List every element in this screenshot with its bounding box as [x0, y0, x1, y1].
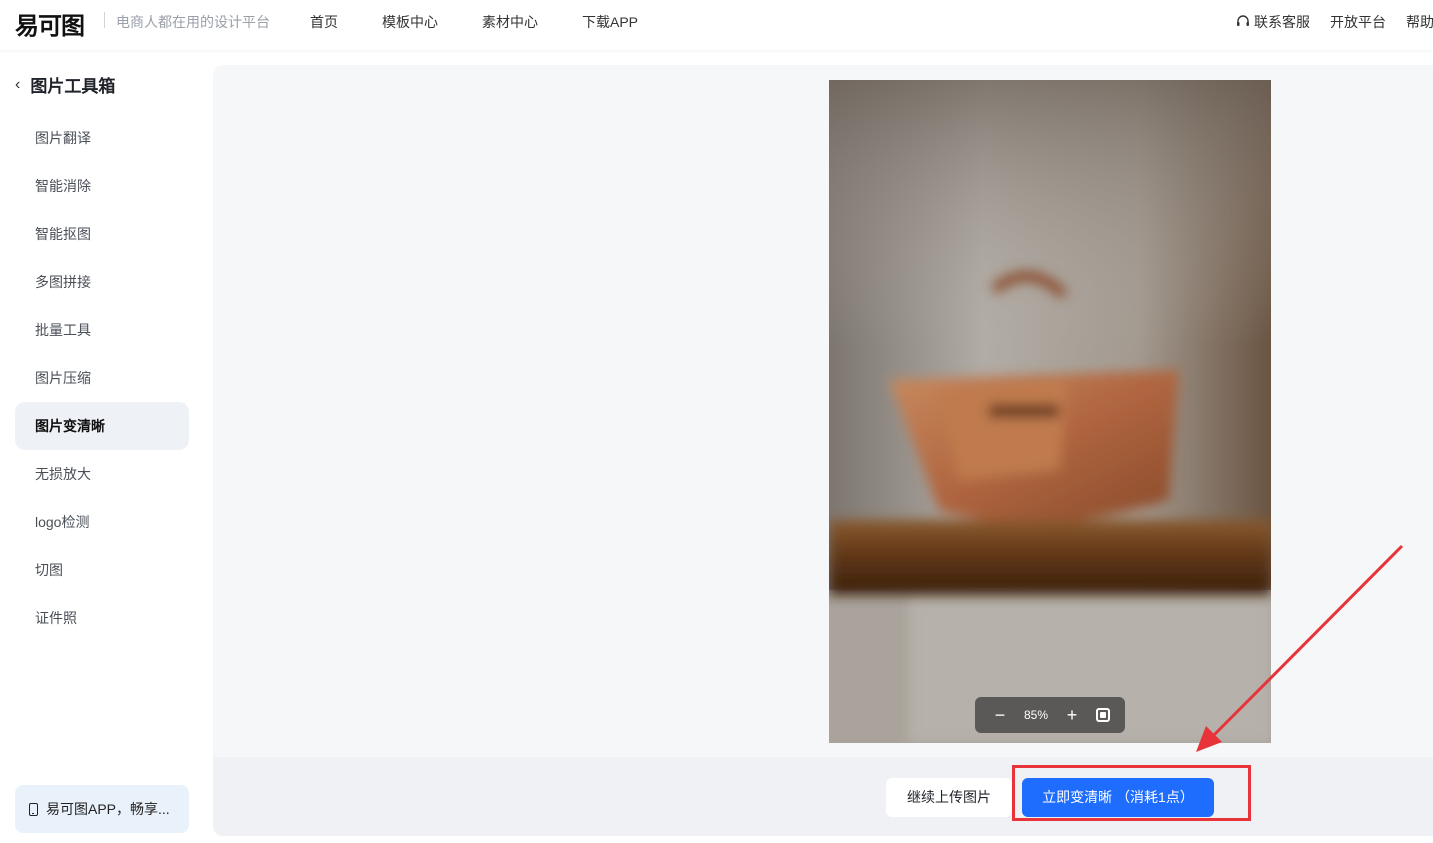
- app-promo-label: 易可图APP，畅享...: [46, 801, 170, 817]
- sidebar-item-upscale[interactable]: 无损放大: [15, 450, 189, 498]
- chevron-left-icon: ‹: [15, 75, 21, 93]
- logo[interactable]: 易可图: [15, 6, 85, 41]
- annotation-highlight-box: [1012, 765, 1251, 821]
- nav-download-app[interactable]: 下载APP: [582, 12, 638, 32]
- product-photo: [829, 80, 1271, 743]
- image-preview: [829, 80, 1271, 743]
- headset-icon: [1237, 15, 1249, 26]
- header-right: 联系客服 开放平台 帮助: [1236, 12, 1433, 32]
- sidebar-item-smart-erase[interactable]: 智能消除: [15, 162, 189, 210]
- phone-icon: [29, 802, 38, 816]
- toolbox-title: 图片工具箱: [30, 77, 116, 96]
- zoom-controls: − 85% +: [975, 697, 1125, 733]
- zoom-in-button[interactable]: +: [1062, 697, 1082, 733]
- zoom-level: 85%: [1023, 708, 1048, 722]
- sidebar-item-id-photo[interactable]: 证件照: [15, 594, 189, 642]
- sidebar-item-compress[interactable]: 图片压缩: [15, 354, 189, 402]
- sidebar-item-enhance[interactable]: 图片变清晰: [15, 402, 189, 450]
- sidebar-item-collage[interactable]: 多图拼接: [15, 258, 189, 306]
- continue-upload-button[interactable]: 继续上传图片: [886, 778, 1012, 817]
- sidebar-item-smart-cutout[interactable]: 智能抠图: [15, 210, 189, 258]
- toolbox-back-header[interactable]: ‹ 图片工具箱: [15, 72, 115, 97]
- open-platform-link[interactable]: 开放平台: [1330, 12, 1386, 32]
- sidebar-item-image-translate[interactable]: 图片翻译: [15, 114, 189, 162]
- help-link[interactable]: 帮助: [1406, 12, 1433, 32]
- action-bar: 继续上传图片 立即变清晰 （消耗1点）: [213, 757, 1433, 836]
- zoom-out-button[interactable]: −: [990, 697, 1010, 733]
- nav-home[interactable]: 首页: [310, 12, 338, 32]
- sidebar-item-logo-detect[interactable]: logo检测: [15, 498, 189, 546]
- main-nav: 首页 模板中心 素材中心 下载APP: [310, 12, 682, 32]
- tool-list: 图片翻译 智能消除 智能抠图 多图拼接 批量工具 图片压缩 图片变清晰 无损放大…: [15, 114, 189, 642]
- sidebar-item-slice[interactable]: 切图: [15, 546, 189, 594]
- workspace: − 85% + 继续上传图片 立即变清晰 （消耗1点）: [213, 65, 1433, 836]
- sidebar-item-batch-tools[interactable]: 批量工具: [15, 306, 189, 354]
- logo-divider: [104, 12, 105, 28]
- sidebar: ‹ 图片工具箱 图片翻译 智能消除 智能抠图 多图拼接 批量工具 图片压缩 图片…: [0, 50, 204, 843]
- contact-support-link[interactable]: 联系客服: [1236, 12, 1310, 32]
- fit-screen-icon[interactable]: [1095, 708, 1110, 722]
- nav-materials[interactable]: 素材中心: [482, 12, 538, 32]
- contact-support-label: 联系客服: [1254, 14, 1310, 30]
- slogan: 电商人都在用的设计平台: [116, 14, 270, 30]
- top-header: 易可图 电商人都在用的设计平台 首页 模板中心 素材中心 下载APP 联系客服 …: [0, 0, 1433, 50]
- nav-templates[interactable]: 模板中心: [382, 12, 438, 32]
- app-promo-banner[interactable]: 易可图APP，畅享...: [15, 785, 189, 833]
